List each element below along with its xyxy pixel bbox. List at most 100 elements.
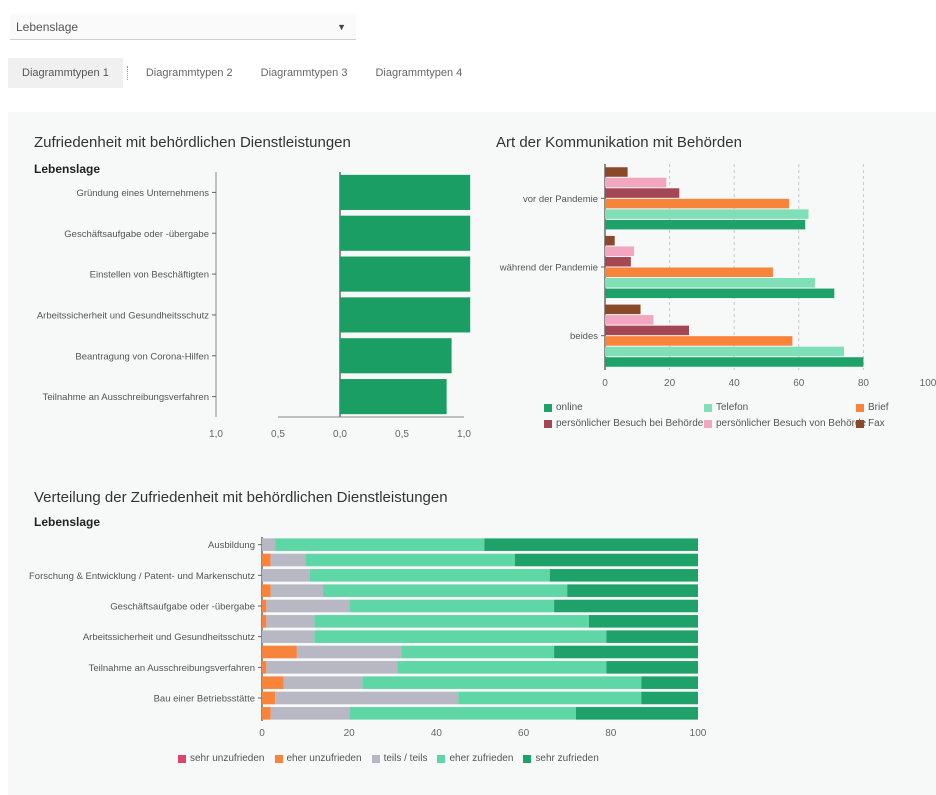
chart3-bar-segment — [458, 691, 642, 705]
legend-item-teils[interactable]: teils / teils — [371, 753, 427, 764]
lebenslage-dropdown[interactable]: Lebenslage ▼ — [10, 14, 356, 40]
legend-label: eher unzufrieden — [286, 753, 362, 764]
chart3-bar-segment — [401, 645, 555, 659]
chart2-bar — [605, 357, 864, 367]
chart1-category-label: Gründung eines Unternehmens — [76, 188, 209, 199]
chart3-bar-segment — [262, 538, 276, 551]
legend-label: sehr zufrieden — [535, 753, 599, 764]
chart3-plot: 0 20 40 60 80 100 Ausbildung Forschung & Entwic… — [29, 537, 707, 739]
legend-item-persoenlich-bei[interactable]: persönlicher Besuch bei Behörde — [544, 418, 703, 429]
chart2-x-tick-label: 0 — [602, 378, 608, 389]
chart1-bar — [340, 215, 471, 251]
legend-swatch — [856, 403, 864, 412]
chart3-category-label: Teilnahme an Ausschreibungsverfahren — [89, 663, 255, 674]
chart3-bar-segment — [275, 691, 459, 705]
legend-label: persönlicher Besuch von Behörde — [716, 418, 867, 429]
chart3-bar-segment — [323, 584, 568, 597]
chart1-category-label: Beantragung von Corona-Hilfen — [75, 351, 209, 362]
legend-label: Brief — [868, 402, 889, 413]
chart3-bar-segment — [349, 707, 576, 720]
chart2-bar — [605, 278, 815, 288]
tab-diagrammtypen-2[interactable]: Diagrammtypen 2 — [132, 58, 247, 88]
chart3-bar-segment — [262, 691, 276, 705]
chart2-bar — [605, 235, 615, 246]
chart2-bar — [605, 246, 635, 256]
chart1-x-tick-label: 0,5 — [271, 429, 285, 440]
chart1-plot: 1,0 0,5 0,0 0,5 1,0 Gründung eines Unternehme… — [37, 172, 471, 440]
legend-item-eher-zufrieden[interactable]: eher zufrieden — [437, 753, 513, 764]
chart3-category-label: Bau einer Betriebsstätte — [154, 694, 255, 705]
chart3-x-tick-label: 20 — [344, 728, 356, 739]
zufriedenheit-chart: Zufriedenheit mit behördlichen Dienstlei… — [8, 112, 478, 462]
chart2-bar — [605, 256, 631, 267]
chart3-bar-segment — [305, 553, 515, 567]
chart3-bar-segment — [362, 676, 642, 689]
chart2-x-tick-label: 80 — [858, 378, 870, 389]
chart2-bar — [605, 219, 806, 230]
chart3-bar-segment — [270, 553, 306, 567]
chart2-category-label: beides — [570, 331, 598, 342]
legend-item-sehr-zufrieden[interactable]: sehr zufrieden — [523, 753, 599, 764]
chart3-category-label: Geschäftsaufgabe oder -übergabe — [110, 602, 255, 613]
legend-label: eher zufrieden — [449, 753, 514, 764]
chart1-x-tick-label: 1,0 — [457, 429, 471, 440]
chart3-category-label: Arbeitssicherheit und Gesundheitsschutz — [83, 632, 255, 643]
legend-label: sehr unzufrieden — [190, 753, 265, 764]
legend-item-sehr-unzufrieden[interactable]: sehr unzufrieden — [178, 753, 265, 764]
legend-swatch — [371, 754, 380, 763]
tab-bar: Diagrammtypen 1 Diagrammtypen 2 Diagramm… — [8, 58, 462, 88]
chart2-x-tick-label: 100 — [920, 378, 936, 389]
kommunikation-chart: Art der Kommunikation mit Behörden 0 20 40… — [478, 112, 936, 462]
chart3-bar-segment — [283, 676, 363, 689]
chart2-bar — [605, 177, 667, 188]
chart2-bar — [605, 325, 689, 336]
chart3-bar-segment — [309, 569, 550, 582]
chart1-bar — [340, 174, 471, 210]
tab-diagrammtypen-1[interactable]: Diagrammtypen 1 — [8, 58, 123, 88]
chart1-x-tick-label: 1,0 — [209, 429, 223, 440]
chart1-bar — [340, 256, 471, 292]
chart3-x-tick-label: 0 — [259, 728, 265, 739]
chart2-bar — [605, 315, 654, 325]
chart2-x-tick-label: 20 — [664, 378, 676, 389]
tab-separator — [126, 66, 128, 80]
legend-label: Telefon — [716, 402, 749, 413]
legend-item-online[interactable]: online — [544, 402, 583, 413]
chart2-bar — [605, 209, 809, 219]
chart3-bar-segment — [641, 691, 698, 705]
legend-label: online — [556, 402, 583, 413]
legend-item-eher-unzufrieden[interactable]: eher unzufrieden — [274, 753, 362, 764]
chart3-bar-segment — [262, 584, 271, 597]
chart3-bar-segment — [262, 569, 310, 582]
chart3-bar-segment — [262, 645, 297, 659]
chart3-bar-segment — [567, 584, 698, 597]
tab-diagrammtypen-3[interactable]: Diagrammtypen 3 — [247, 58, 362, 88]
chart3-bar-segment — [397, 661, 607, 674]
chart1-category-label: Arbeitssicherheit und Gesundheitsschutz — [37, 310, 209, 321]
chart1-bar — [340, 338, 452, 374]
chart3-bar-segment — [275, 538, 485, 551]
chart3-bar-segment — [575, 707, 698, 720]
chart3-x-tick-label: 40 — [431, 728, 443, 739]
chart3-bar-segment — [262, 615, 267, 628]
legend-label: persönlicher Besuch bei Behörde — [556, 418, 704, 429]
chart3-bar-segment — [270, 707, 350, 720]
legend-item-persoenlich-von[interactable]: persönlicher Besuch von Behörde — [704, 418, 866, 429]
chart2-bar — [605, 336, 793, 346]
chart1-category-label: Teilnahme an Ausschreibungsverfahren — [43, 392, 209, 403]
chart2-legend: online Telefon Brief persönlicher Besuch… — [544, 402, 934, 442]
chart3-category-label: Ausbildung — [208, 540, 255, 551]
chart2-bar — [605, 346, 845, 357]
chart3-bar-segment — [484, 538, 698, 551]
chart2-x-tick-label: 40 — [729, 378, 741, 389]
legend-item-telefon[interactable]: Telefon — [704, 402, 748, 413]
chart2-bar — [605, 167, 628, 177]
chart3-bar-segment — [641, 676, 698, 689]
dropdown-value: Lebenslage — [16, 19, 79, 34]
tab-diagrammtypen-4[interactable]: Diagrammtypen 4 — [361, 58, 476, 88]
legend-item-fax[interactable]: Fax — [856, 418, 885, 429]
legend-swatch — [523, 754, 532, 763]
legend-item-brief[interactable]: Brief — [856, 402, 889, 413]
chart1-category-label: Geschäftsaufgabe oder -übergabe — [64, 229, 209, 240]
chart3-category-label: Forschung & Entwicklung / Patent- und Ma… — [29, 571, 255, 582]
